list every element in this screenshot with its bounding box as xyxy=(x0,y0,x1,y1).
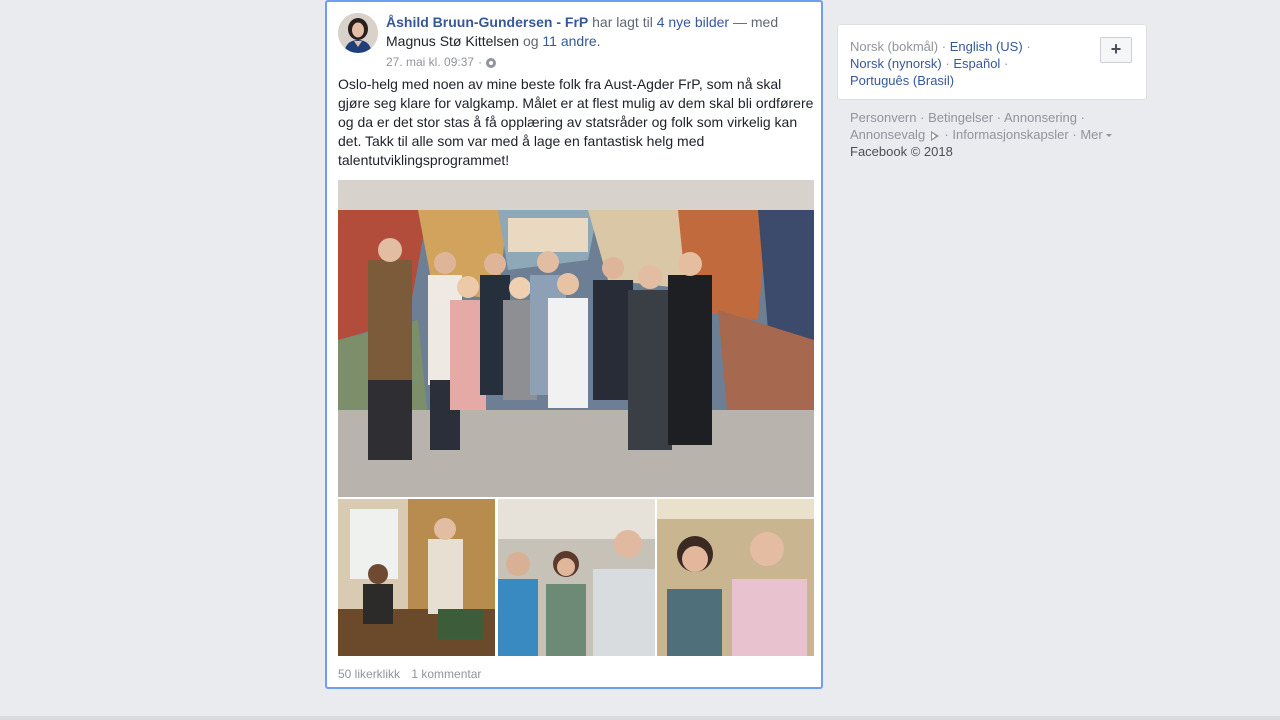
language-selector-box: Norsk (bokmål) · English (US) · Norsk (n… xyxy=(837,24,1147,100)
adchoices-icon xyxy=(930,130,939,141)
others-link[interactable]: 11 andre. xyxy=(542,33,600,49)
separator: · xyxy=(944,127,949,142)
separator: · xyxy=(996,110,1002,125)
post-header-text: Åshild Bruun-Gundersen - FrP har lagt ti… xyxy=(386,13,811,72)
bottom-edge xyxy=(0,716,1280,720)
post-timestamp[interactable]: 27. mai kl. 09:37 xyxy=(386,53,474,72)
footer-link-terms[interactable]: Betingelser xyxy=(928,110,993,125)
post-reactions: 50 likerklikk 1 kommentar xyxy=(338,667,489,681)
author-name-link[interactable]: Åshild Bruun-Gundersen - FrP xyxy=(386,14,588,30)
post-card: Åshild Bruun-Gundersen - FrP har lagt ti… xyxy=(325,0,823,689)
separator: · xyxy=(1080,110,1085,125)
post-photo-2[interactable] xyxy=(338,499,495,656)
language-option-espanol[interactable]: Español xyxy=(953,56,1000,71)
language-option-nynorsk[interactable]: Norsk (nynorsk) xyxy=(850,56,942,71)
language-list: Norsk (bokmål) · English (US) · Norsk (n… xyxy=(850,38,1090,89)
post-photo-3[interactable] xyxy=(498,499,655,656)
post-photo-4[interactable] xyxy=(657,499,814,656)
language-option-english[interactable]: English (US) xyxy=(950,39,1023,54)
footer-link-privacy[interactable]: Personvern xyxy=(850,110,916,125)
separator: · xyxy=(945,56,950,71)
separator: · xyxy=(1072,127,1077,142)
comments-count-link[interactable]: 1 kommentar xyxy=(411,667,481,681)
author-avatar[interactable] xyxy=(338,13,378,53)
tagged-person-link[interactable]: Magnus Stø Kittelsen xyxy=(386,33,519,49)
language-current: Norsk (bokmål) xyxy=(850,39,939,54)
sidebar-footer: Personvern · Betingelser · Annonsering ·… xyxy=(850,109,1140,160)
add-language-button[interactable]: + xyxy=(1100,37,1132,63)
action-text: har lagt til xyxy=(592,14,653,30)
post-header: Åshild Bruun-Gundersen - FrP har lagt ti… xyxy=(338,13,811,72)
footer-link-advertising[interactable]: Annonsering xyxy=(1004,110,1077,125)
footer-link-cookies[interactable]: Informasjonskapsler xyxy=(952,127,1068,142)
chevron-down-icon[interactable] xyxy=(1106,134,1113,138)
post-meta: 27. mai kl. 09:37 · xyxy=(386,53,811,72)
footer-link-adchoices[interactable]: Annonsevalg xyxy=(850,127,925,142)
separator: · xyxy=(1003,56,1009,71)
photos-link[interactable]: 4 nye bilder xyxy=(657,14,729,30)
post-photo-main[interactable] xyxy=(338,180,814,497)
globe-icon[interactable] xyxy=(486,57,497,68)
post-text: Oslo-helg med noen av mine beste folk fr… xyxy=(338,76,814,168)
separator: · xyxy=(1026,39,1031,54)
meta-separator: · xyxy=(478,55,483,69)
likes-count-link[interactable]: 50 likerklikk xyxy=(338,667,400,681)
separator: · xyxy=(941,39,947,54)
separator: · xyxy=(920,110,925,125)
footer-link-more[interactable]: Mer xyxy=(1080,127,1102,142)
with-text: — med xyxy=(733,14,779,30)
copyright-text: Facebook © 2018 xyxy=(850,144,953,159)
and-text: og xyxy=(522,33,539,49)
language-option-portugues[interactable]: Português (Brasil) xyxy=(850,73,954,88)
